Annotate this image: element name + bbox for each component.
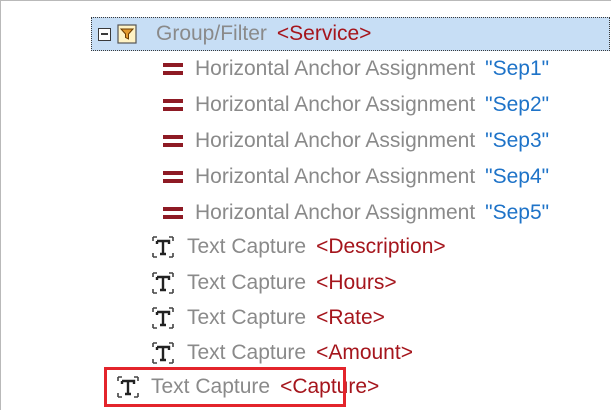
node-label: Group/Filter (156, 22, 267, 45)
text-capture-icon (149, 339, 177, 367)
node-parameter: <Rate> (316, 306, 385, 329)
node-label: Horizontal Anchor Assignment (195, 93, 476, 116)
tree-node-anchor-sep2[interactable]: Horizontal Anchor Assignment "Sep2" (163, 87, 549, 123)
tree-node-group-filter[interactable]: Group/Filter <Service> (91, 17, 610, 51)
node-label: Text Capture (187, 271, 307, 294)
node-label: Text Capture (187, 306, 307, 329)
tree-node-text-capture-capture[interactable]: Text Capture <Capture> (104, 367, 379, 407)
node-parameter: "Sep4" (485, 165, 550, 188)
tree-node-anchor-sep1[interactable]: Horizontal Anchor Assignment "Sep1" (163, 51, 549, 87)
text-capture-icon (149, 269, 177, 297)
node-parameter: "Sep1" (485, 57, 550, 80)
node-parameter: <Description> (316, 235, 446, 258)
node-parameter: "Sep2" (485, 93, 550, 116)
tree-node-anchor-sep4[interactable]: Horizontal Anchor Assignment "Sep4" (163, 159, 549, 195)
node-label: Text Capture (187, 235, 307, 258)
text-capture-icon (149, 233, 177, 261)
node-parameter: <Hours> (316, 271, 397, 294)
tree-view: Group/Filter <Service> Horizontal Anchor… (0, 0, 611, 410)
tree-node-anchor-sep5[interactable]: Horizontal Anchor Assignment "Sep5" (163, 195, 549, 231)
tree-node-text-capture-rate[interactable]: Text Capture <Rate> (149, 300, 385, 336)
node-parameter: <Amount> (316, 341, 413, 364)
node-parameter: <Service> (276, 22, 372, 45)
tree-node-anchor-sep3[interactable]: Horizontal Anchor Assignment "Sep3" (163, 123, 549, 159)
tree-node-text-capture-amount[interactable]: Text Capture <Amount> (149, 335, 413, 371)
equals-anchor-icon (163, 134, 183, 148)
collapse-toggle-icon[interactable] (98, 27, 111, 41)
equals-anchor-icon (163, 62, 183, 76)
node-parameter: "Sep5" (485, 201, 550, 224)
equals-anchor-icon (163, 98, 183, 112)
node-label: Text Capture (151, 375, 271, 398)
equals-anchor-icon (163, 170, 183, 184)
node-label: Horizontal Anchor Assignment (195, 165, 476, 188)
node-label: Horizontal Anchor Assignment (195, 57, 476, 80)
funnel-filter-icon (116, 23, 138, 45)
text-capture-icon (149, 304, 177, 332)
node-parameter: <Capture> (280, 375, 380, 398)
node-parameter: "Sep3" (485, 129, 550, 152)
tree-node-text-capture-hours[interactable]: Text Capture <Hours> (149, 265, 397, 301)
tree-node-text-capture-description[interactable]: Text Capture <Description> (149, 229, 446, 265)
node-label: Horizontal Anchor Assignment (195, 201, 476, 224)
node-label: Horizontal Anchor Assignment (195, 129, 476, 152)
node-label: Text Capture (187, 341, 307, 364)
text-capture-icon (115, 373, 141, 401)
equals-anchor-icon (163, 206, 183, 220)
